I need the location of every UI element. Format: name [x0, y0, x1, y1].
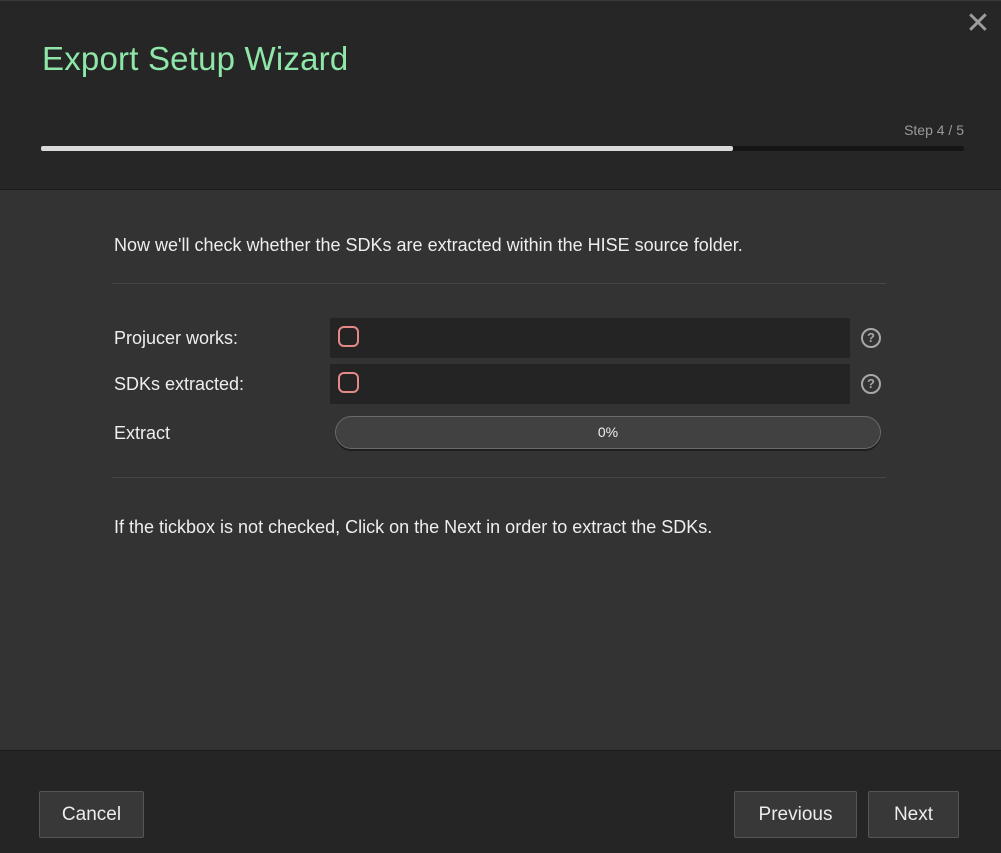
- projucer-works-label: Projucer works:: [114, 328, 239, 348]
- top-divider: [112, 283, 886, 284]
- projucer-works-help-icon[interactable]: ?: [861, 328, 881, 348]
- step-progress-fill: [41, 146, 733, 151]
- sdks-extracted-field: [330, 364, 850, 404]
- projucer-works-checkbox[interactable]: [338, 326, 359, 347]
- wizard-footer: Cancel Previous Next: [0, 750, 1001, 853]
- step-progress-bar: [41, 146, 964, 151]
- note-text: If the tickbox is not checked, Click on …: [114, 517, 713, 537]
- next-button[interactable]: Next: [868, 791, 959, 838]
- wizard-content: Now we'll check whether the SDKs are ext…: [0, 190, 1001, 750]
- extract-label: Extract: [114, 423, 171, 443]
- header-top-border: [0, 0, 1001, 1]
- cancel-button[interactable]: Cancel: [39, 791, 144, 838]
- wizard-title: Export Setup Wizard: [42, 40, 349, 77]
- sdks-extracted-checkbox[interactable]: [338, 372, 359, 393]
- extract-progress-bar: 0%: [335, 416, 881, 449]
- intro-text: Now we'll check whether the SDKs are ext…: [114, 235, 743, 255]
- bottom-divider: [112, 477, 886, 478]
- close-icon[interactable]: ✕: [962, 8, 994, 40]
- step-indicator: Step 4 / 5: [904, 122, 964, 138]
- previous-button[interactable]: Previous: [734, 791, 857, 838]
- sdks-extracted-label: SDKs extracted:: [114, 374, 245, 394]
- sdks-extracted-help-icon[interactable]: ?: [861, 374, 881, 394]
- projucer-works-field: [330, 318, 850, 358]
- wizard-header: Export Setup Wizard ✕ Step 4 / 5: [0, 0, 1001, 190]
